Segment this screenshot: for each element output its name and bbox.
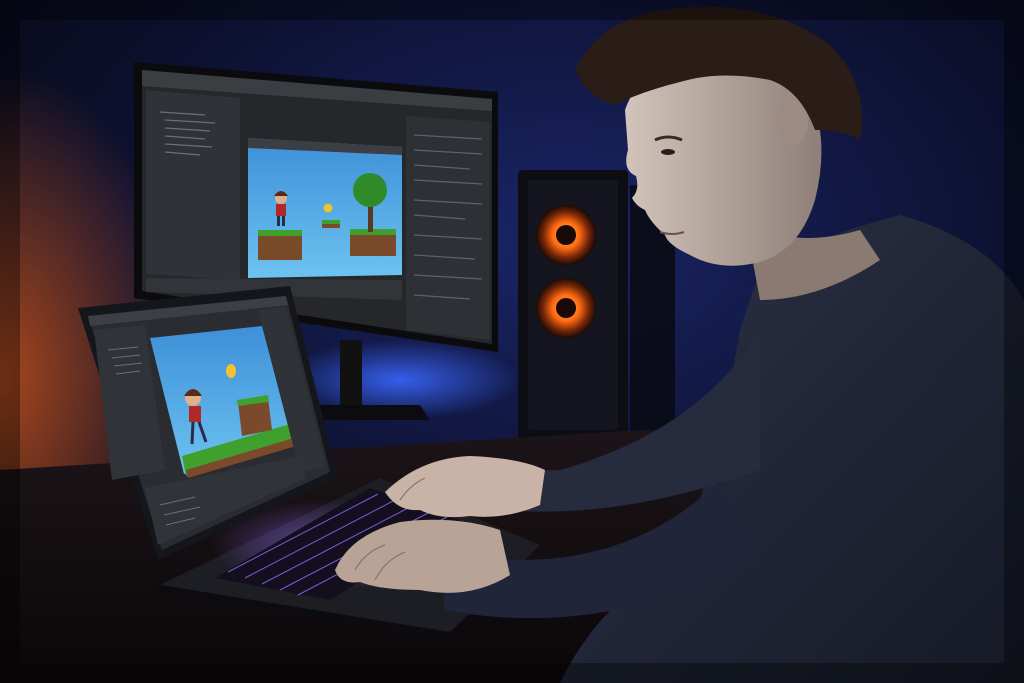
photo-scene — [0, 0, 1024, 683]
monitor-hierarchy-panel — [146, 90, 240, 280]
monitor-inspector-panel — [406, 116, 490, 340]
monitor-tree — [353, 173, 387, 207]
monitor-platform-left — [258, 232, 302, 260]
monitor-coin — [323, 203, 333, 213]
monitor-platform-right — [350, 232, 396, 256]
laptop-coin — [226, 364, 236, 378]
